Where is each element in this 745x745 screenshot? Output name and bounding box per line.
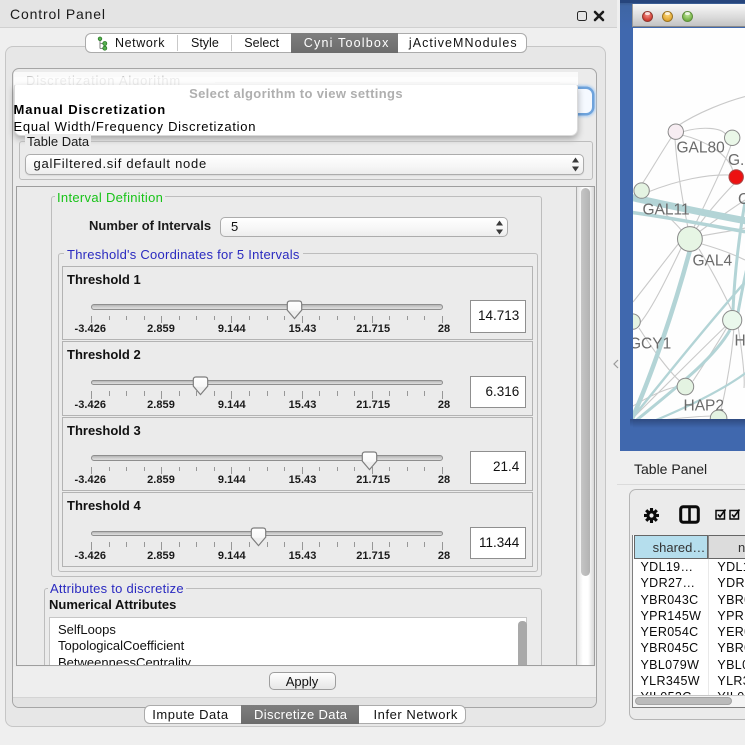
- svg-text:C: C: [738, 191, 745, 208]
- svg-text:H: H: [735, 332, 745, 349]
- svg-text:GCY1: GCY1: [633, 335, 671, 352]
- svg-text:HAP2: HAP2: [684, 397, 725, 414]
- svg-text:GAL80: GAL80: [677, 139, 726, 156]
- svg-text:GAL4: GAL4: [693, 252, 733, 269]
- svg-text:G.: G.: [728, 152, 744, 169]
- svg-text:GAL11: GAL11: [643, 201, 690, 218]
